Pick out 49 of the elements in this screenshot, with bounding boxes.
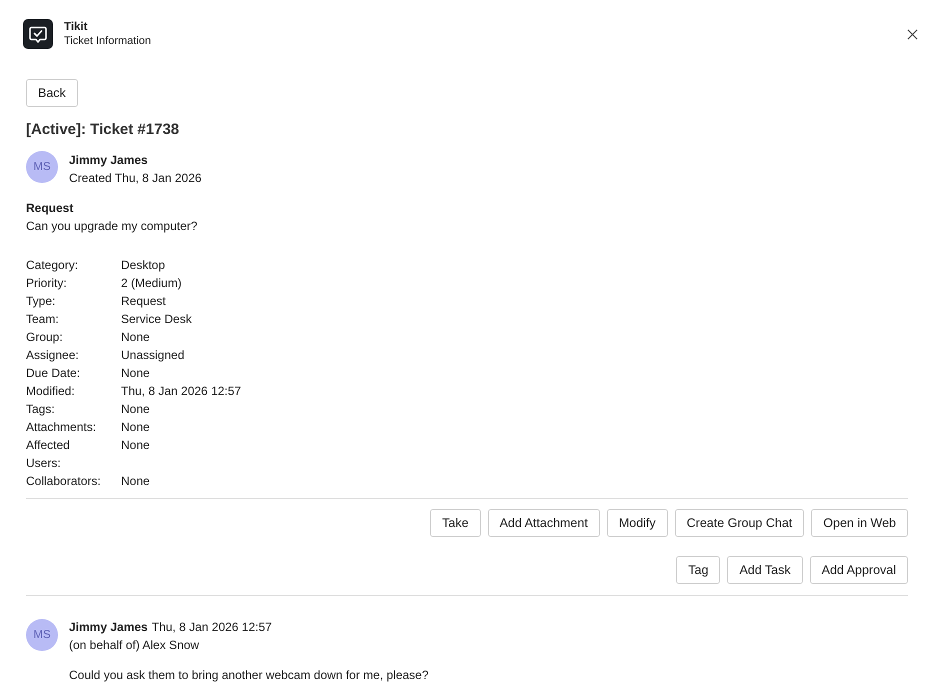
- comment-author: Jimmy James: [69, 620, 148, 634]
- field-value: None: [121, 401, 150, 418]
- avatar: MS: [26, 151, 58, 183]
- created-date: Created Thu, 8 Jan 2026: [69, 170, 202, 187]
- field-value: Thu, 8 Jan 2026 12:57: [121, 383, 242, 400]
- speech-bubble-check-icon: [23, 19, 53, 49]
- on-behalf-text: (on behalf of) Alex Snow: [69, 637, 200, 654]
- field-value: None: [121, 329, 150, 346]
- action-button[interactable]: Add Approval: [810, 556, 908, 584]
- action-button[interactable]: Create Group Chat: [674, 509, 804, 537]
- comment-text: Could you ask them to bring another webcam down for me, please?: [69, 667, 429, 684]
- back-button[interactable]: Back: [26, 79, 78, 107]
- field-label: Group:: [26, 329, 64, 346]
- ticket-title: [Active]: Ticket #1738: [26, 120, 180, 140]
- action-button[interactable]: Add Attachment: [488, 509, 600, 537]
- close-icon: [907, 28, 918, 40]
- field-label: Type:: [26, 293, 56, 310]
- field-value: Desktop: [121, 257, 166, 274]
- avatar: MS: [26, 619, 58, 651]
- app-name: Tikit: [64, 20, 88, 34]
- field-label: Category:: [26, 257, 80, 274]
- field-label: Modified:: [26, 383, 76, 400]
- field-label: Affected Users:: [26, 437, 71, 472]
- field-label: Tags:: [26, 401, 56, 418]
- field-label: Assignee:: [26, 347, 80, 364]
- field-value: Service Desk: [121, 311, 192, 328]
- action-button[interactable]: Open in Web: [811, 509, 908, 537]
- field-label: Due Date:: [26, 365, 82, 382]
- request-text: Can you upgrade my computer?: [26, 218, 198, 235]
- author-name: Jimmy James: [69, 152, 149, 169]
- action-button[interactable]: Add Task: [727, 556, 803, 584]
- action-button[interactable]: Modify: [606, 509, 668, 537]
- action-button[interactable]: Tag: [676, 556, 720, 584]
- field-value: None: [121, 365, 150, 382]
- field-label: Attachments:: [26, 419, 98, 436]
- field-value: None: [121, 437, 150, 454]
- field-label: Priority:: [26, 275, 68, 292]
- field-value: None: [121, 419, 150, 436]
- field-value: None: [121, 473, 150, 490]
- request-label: Request: [26, 200, 74, 217]
- close-button[interactable]: [905, 26, 920, 42]
- action-button[interactable]: Take: [430, 509, 481, 537]
- app-subtitle: Ticket Information: [64, 34, 152, 48]
- field-label: Collaborators:: [26, 473, 102, 490]
- field-value: Unassigned: [121, 347, 184, 364]
- field-label: Team:: [26, 311, 60, 328]
- field-value: 2 (Medium): [121, 275, 182, 292]
- comment-time: Thu, 8 Jan 2026 12:57: [152, 620, 272, 634]
- field-value: Request: [121, 293, 166, 310]
